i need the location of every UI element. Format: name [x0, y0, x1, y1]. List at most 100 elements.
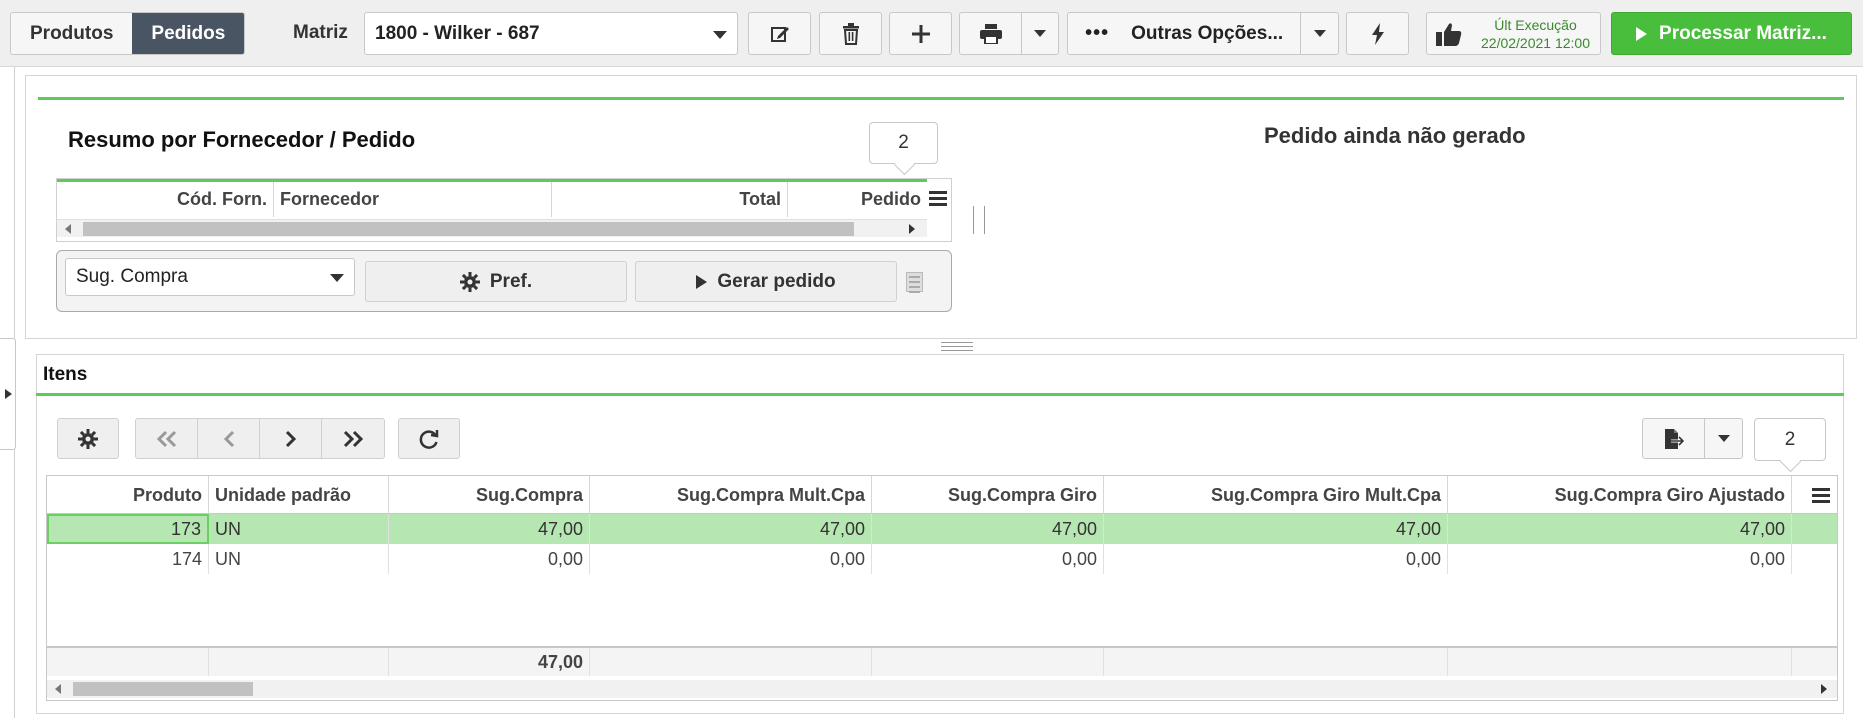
items-accent-line: [36, 393, 1844, 396]
scroll-left-icon[interactable]: [65, 224, 71, 234]
next-page-button[interactable]: [260, 419, 322, 458]
column-menu-icon[interactable]: [927, 187, 949, 209]
add-button[interactable]: [889, 12, 952, 55]
col-header-sug-compra-giro-ajustado[interactable]: Sug.Compra Giro Ajustado: [1448, 476, 1792, 514]
summary-accent-line: [38, 97, 1844, 100]
matriz-select[interactable]: 1800 - Wilker - 687: [364, 12, 738, 55]
grid-settings-button[interactable]: [57, 418, 119, 459]
items-title: Itens: [43, 364, 88, 385]
scroll-right-icon[interactable]: [909, 224, 915, 234]
tab-pedidos[interactable]: Pedidos: [132, 13, 245, 54]
export-icon: [1664, 428, 1685, 449]
col-header-sug-compra-giro[interactable]: Sug.Compra Giro: [872, 476, 1104, 514]
chevron-down-icon: [1717, 435, 1730, 442]
more-options-split-button: ••• Outras Opções...: [1067, 12, 1339, 55]
tab-produtos[interactable]: Produtos: [11, 13, 133, 54]
more-options-dropdown-button[interactable]: [1300, 13, 1338, 54]
footer-cell: [1448, 648, 1792, 676]
more-options-button[interactable]: ••• Outras Opções...: [1068, 13, 1300, 54]
preferences-button[interactable]: Pref.: [365, 261, 627, 302]
col-header-sug-compra-mult-cpa[interactable]: Sug.Compra Mult.Cpa: [590, 476, 872, 514]
refresh-icon: [419, 429, 439, 449]
chevron-down-icon: [713, 30, 727, 39]
col-header-pedido[interactable]: Pedido: [788, 182, 927, 217]
cell-sug-compra-giro-ajustado[interactable]: 0,00: [1448, 544, 1792, 574]
print-button[interactable]: [960, 13, 1021, 54]
resize-handle[interactable]: [973, 206, 985, 234]
cell-sug-compra-giro-ajustado[interactable]: 47,00: [1448, 514, 1792, 544]
scrollbar-thumb[interactable]: [73, 682, 253, 696]
last-page-button[interactable]: [322, 419, 384, 458]
generate-order-button[interactable]: Gerar pedido: [635, 261, 897, 302]
cell-sug-compra-giro-mult-cpa[interactable]: 0,00: [1104, 544, 1448, 574]
table-row[interactable]: 173 UN 47,00 47,00 47,00 47,00 47,00: [47, 514, 1837, 544]
cell-sug-compra-giro-mult-cpa[interactable]: 47,00: [1104, 514, 1448, 544]
col-header-fornecedor[interactable]: Fornecedor: [274, 182, 552, 217]
process-matrix-label: Processar Matriz...: [1659, 22, 1827, 44]
sidebar-toggle[interactable]: [0, 338, 16, 450]
cell-sug-compra-giro[interactable]: 47,00: [872, 514, 1104, 544]
supplier-grid-scrollbar[interactable]: [57, 219, 927, 237]
export-button[interactable]: [1643, 419, 1704, 458]
process-matrix-button[interactable]: Processar Matriz...: [1611, 12, 1852, 55]
col-header-sug-compra[interactable]: Sug.Compra: [389, 476, 590, 514]
items-grid: Produto Unidade padrão Sug.Compra Sug.Co…: [46, 475, 1838, 701]
cell-unidade[interactable]: UN: [209, 544, 389, 574]
export-dropdown-button[interactable]: [1704, 419, 1742, 458]
view-tabs: Produtos Pedidos: [10, 12, 246, 55]
last-execution-value: 22/02/2021 12:00: [1481, 34, 1590, 51]
edit-button[interactable]: [748, 12, 811, 55]
items-grid-scrollbar[interactable]: [47, 680, 1837, 698]
gear-icon: [78, 428, 98, 449]
cell-sug-compra[interactable]: 47,00: [389, 514, 590, 544]
col-header-produto[interactable]: Produto: [47, 476, 209, 514]
scroll-right-icon[interactable]: [1821, 684, 1827, 694]
delete-button[interactable]: [819, 12, 882, 55]
cell-produto[interactable]: 173: [47, 514, 209, 544]
column-menu-icon[interactable]: [1810, 484, 1832, 506]
items-grid-footer: 47,00: [47, 646, 1837, 676]
next-page-icon: [285, 430, 296, 447]
print-dropdown-button[interactable]: [1021, 13, 1058, 54]
quick-action-button[interactable]: [1346, 12, 1409, 55]
chevron-down-icon: [1034, 30, 1047, 37]
document-icon: [906, 272, 923, 293]
cell-sug-compra-mult-cpa[interactable]: 47,00: [590, 514, 872, 544]
summary-actions-box: Sug. Compra Pref. Gerar pedido: [56, 250, 952, 312]
first-page-icon: [156, 430, 176, 447]
cell-sug-compra-giro[interactable]: 0,00: [872, 544, 1104, 574]
scroll-left-icon[interactable]: [55, 684, 61, 694]
print-icon: [979, 23, 1002, 44]
cell-sug-compra-mult-cpa[interactable]: 0,00: [590, 544, 872, 574]
col-header-cod-forn[interactable]: Cód. Forn.: [57, 182, 274, 217]
cell-sug-compra[interactable]: 0,00: [389, 544, 590, 574]
items-grid-header: Produto Unidade padrão Sug.Compra Sug.Co…: [47, 476, 1837, 514]
approve-button[interactable]: [1427, 22, 1471, 46]
footer-cell: [1104, 648, 1448, 676]
cell-unidade[interactable]: UN: [209, 514, 389, 544]
first-page-button[interactable]: [136, 419, 198, 458]
table-row[interactable]: 174 UN 0,00 0,00 0,00 0,00 0,00: [47, 544, 1837, 574]
col-header-total[interactable]: Total: [552, 182, 788, 217]
plus-icon: [911, 24, 930, 43]
col-header-unidade-padrao[interactable]: Unidade padrão: [209, 476, 389, 514]
last-execution-box: Últ Execução 22/02/2021 12:00: [1426, 12, 1601, 55]
col-header-sug-compra-giro-mult-cpa[interactable]: Sug.Compra Giro Mult.Cpa: [1104, 476, 1448, 514]
scrollbar-thumb[interactable]: [83, 222, 854, 236]
top-toolbar: Produtos Pedidos Matriz 1800 - Wilker - …: [0, 0, 1863, 67]
play-icon: [1636, 26, 1648, 41]
refresh-button[interactable]: [398, 418, 460, 459]
summary-title: Resumo por Fornecedor / Pedido: [68, 127, 416, 152]
items-count-badge: 2: [1754, 418, 1826, 461]
print-split-button: [959, 12, 1059, 55]
more-options-label: Outras Opções...: [1131, 22, 1284, 44]
prev-page-button[interactable]: [198, 419, 260, 458]
pagination-controls: [135, 418, 385, 459]
items-count-value: 2: [1784, 428, 1796, 450]
export-split-button: [1642, 418, 1743, 459]
ellipsis-icon: •••: [1085, 22, 1110, 44]
cell-produto[interactable]: 174: [47, 544, 209, 574]
trash-icon: [842, 22, 859, 45]
panel-splitter[interactable]: [941, 342, 973, 351]
view-select[interactable]: Sug. Compra: [65, 258, 355, 296]
